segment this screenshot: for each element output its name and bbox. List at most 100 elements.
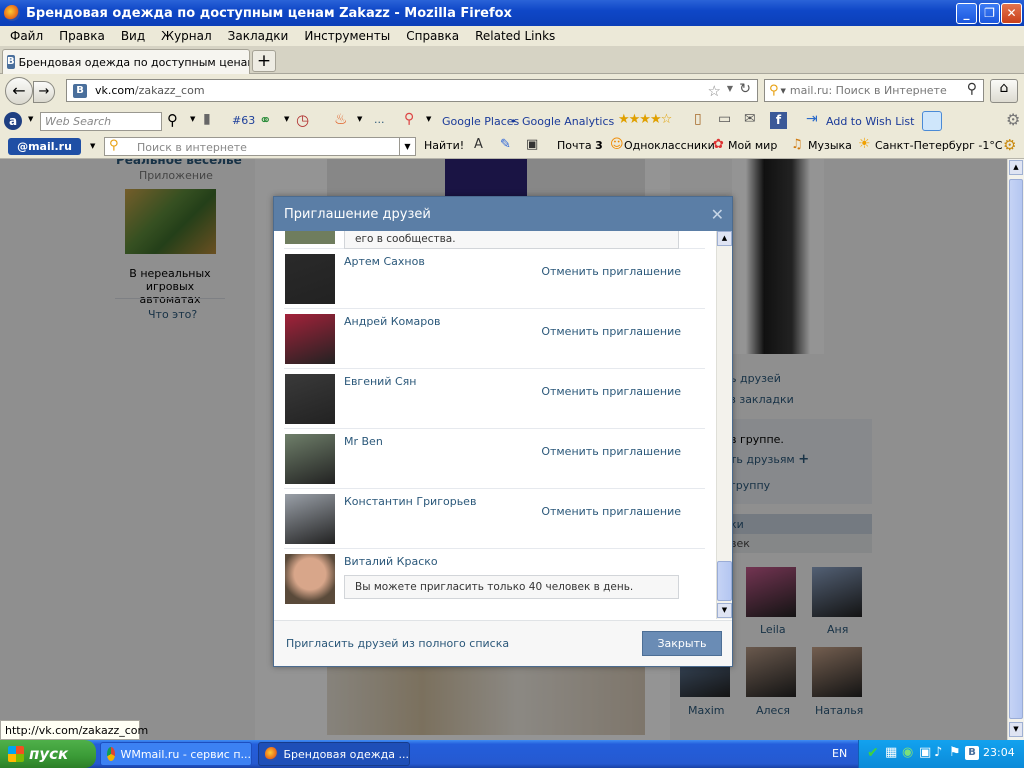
- gear-icon[interactable]: ⚙: [1006, 110, 1020, 129]
- dialog-scroll-up-icon[interactable]: ▲: [717, 231, 732, 246]
- friend-avatar[interactable]: [285, 374, 335, 424]
- scroll-up-icon[interactable]: ▲: [1009, 160, 1023, 175]
- menu-related-links[interactable]: Related Links: [467, 29, 563, 43]
- link-dropdown-icon[interactable]: ▼: [284, 115, 289, 123]
- vk-tray-icon[interactable]: В: [965, 746, 979, 760]
- site-identity-icon[interactable]: В: [73, 83, 87, 98]
- wish-list-icon[interactable]: ⇥: [806, 111, 818, 127]
- language-indicator[interactable]: EN: [832, 747, 847, 760]
- font-size-icon[interactable]: A: [474, 137, 483, 152]
- friend-name[interactable]: Mr Ben: [344, 435, 383, 448]
- cancel-invite-button[interactable]: Отменить приглашение: [541, 325, 681, 338]
- close-dialog-button[interactable]: Закрыть: [642, 631, 722, 656]
- google-places-link[interactable]: Google Places: [442, 115, 519, 128]
- sun-weather-icon[interactable]: ☀: [858, 136, 871, 152]
- menu-view[interactable]: Вид: [113, 29, 153, 43]
- mailru-dropdown-icon[interactable]: ▼: [90, 142, 95, 150]
- magnifier-icon[interactable]: ⚲: [167, 111, 178, 129]
- agent-status-icon[interactable]: ◉: [902, 745, 913, 760]
- ask-logo-icon[interactable]: a: [4, 112, 22, 130]
- odnoklassniki-icon[interactable]: ☺: [610, 137, 624, 152]
- friend-name[interactable]: Андрей Комаров: [344, 315, 441, 328]
- screenshot-icon[interactable]: ▣: [526, 137, 538, 152]
- back-arrow-icon[interactable]: ←: [5, 77, 33, 105]
- more-ellipsis[interactable]: ...: [374, 113, 385, 126]
- music-note-icon[interactable]: ♫: [791, 137, 803, 152]
- mailru-magnifier-icon[interactable]: ⚲: [109, 138, 119, 153]
- menu-tools[interactable]: Инструменты: [296, 29, 398, 43]
- forward-arrow-icon[interactable]: →: [33, 81, 55, 103]
- friend-avatar[interactable]: [285, 314, 335, 364]
- music-link[interactable]: Музыка: [808, 139, 852, 152]
- contact-card-icon[interactable]: ▭: [718, 111, 731, 127]
- friend-name[interactable]: Константин Григорьев: [344, 495, 476, 508]
- menu-history[interactable]: Журнал: [153, 29, 220, 43]
- ask-dropdown-icon[interactable]: ▼: [28, 115, 33, 123]
- friend-avatar[interactable]: [285, 494, 335, 544]
- add-to-wish-list-link[interactable]: Add to Wish List: [826, 115, 914, 128]
- start-button[interactable]: пуск: [0, 740, 96, 768]
- settings-gear-icon[interactable]: ⚙: [1003, 136, 1016, 154]
- flag-icon[interactable]: ⚑: [949, 745, 961, 760]
- friend-avatar[interactable]: [285, 231, 335, 244]
- browser-tool-icon[interactable]: [922, 111, 942, 131]
- speaker-volume-icon[interactable]: ♪: [934, 745, 942, 760]
- friend-avatar[interactable]: [285, 434, 335, 484]
- friend-name[interactable]: Евгений Сян: [344, 375, 416, 388]
- odnoklassniki-link[interactable]: Одноклассники: [624, 139, 715, 152]
- reload-icon[interactable]: ↻: [739, 81, 751, 97]
- friend-name[interactable]: Виталий Краско: [344, 555, 438, 568]
- tab-active[interactable]: В Брендовая одежда по доступным ценам Z.…: [2, 49, 250, 74]
- menu-edit[interactable]: Правка: [51, 29, 113, 43]
- scroll-down-icon[interactable]: ▼: [1009, 722, 1023, 737]
- home-icon[interactable]: ⌂: [990, 79, 1018, 103]
- invite-from-full-list-link[interactable]: Пригласить друзей из полного списка: [286, 637, 509, 650]
- cancel-invite-button[interactable]: Отменить приглашение: [541, 265, 681, 278]
- weather-link[interactable]: Санкт-Петербург -1°C: [875, 139, 1003, 152]
- friend-avatar[interactable]: [285, 254, 335, 304]
- taskbar-item-firefox[interactable]: Брендовая одежда ...: [258, 742, 410, 766]
- facebook-icon[interactable]: f: [770, 112, 787, 129]
- cancel-invite-button[interactable]: Отменить приглашение: [541, 385, 681, 398]
- url-bar[interactable]: В vk.com/zakazz_com ☆ ▼ ↻: [66, 79, 758, 102]
- google-search-icon[interactable]: ⚲: [404, 111, 414, 127]
- search-bar[interactable]: ⚲ ▼ mail.ru: Поиск в Интернете ⚲: [764, 79, 984, 102]
- friend-name[interactable]: Артем Сахнов: [344, 255, 425, 268]
- fire-dropdown-icon[interactable]: ▼: [357, 115, 362, 123]
- mail-envelope-icon[interactable]: ✉: [744, 111, 756, 127]
- dialog-scroll-down-icon[interactable]: ▼: [717, 603, 732, 618]
- mailru-search-icon[interactable]: ⚲: [769, 83, 779, 98]
- menu-help[interactable]: Справка: [398, 29, 467, 43]
- moy-mir-icon[interactable]: ✿: [713, 137, 724, 152]
- dialog-scrollbar[interactable]: ▲ ▼: [716, 231, 732, 619]
- rating-stars-icon[interactable]: ★★★★☆: [618, 112, 672, 127]
- display-icon[interactable]: ▣: [919, 745, 931, 760]
- menu-bookmarks[interactable]: Закладки: [220, 29, 297, 43]
- counter-label[interactable]: #63: [232, 114, 255, 127]
- security-check-icon[interactable]: ✔: [867, 745, 879, 761]
- minimize-button[interactable]: _: [956, 3, 977, 24]
- close-icon[interactable]: ✕: [711, 205, 724, 224]
- fire-icon[interactable]: ♨: [334, 110, 347, 128]
- link-icon[interactable]: ⚭: [259, 111, 272, 129]
- highlighter-icon[interactable]: ✎: [500, 137, 511, 152]
- cancel-invite-button[interactable]: Отменить приглашение: [541, 505, 681, 518]
- menu-file[interactable]: Файл: [2, 29, 51, 43]
- new-tab-button[interactable]: +: [252, 50, 276, 72]
- mailru-search-dropdown-icon[interactable]: ▼: [399, 138, 415, 155]
- cancel-invite-button[interactable]: Отменить приглашение: [541, 445, 681, 458]
- search-go-icon[interactable]: ⚲: [967, 81, 977, 97]
- dialog-scroll-thumb[interactable]: [717, 561, 732, 601]
- google-dropdown-icon[interactable]: ▼: [426, 115, 431, 123]
- taskbar-item-wmmail[interactable]: WMmail.ru - сервис п...: [100, 742, 252, 766]
- bookmark-star-icon[interactable]: ☆: [708, 82, 721, 100]
- page-scrollbar[interactable]: ▲ ▼: [1007, 159, 1024, 740]
- bar-chart-icon[interactable]: ▮: [203, 111, 211, 127]
- maximize-button[interactable]: ❐: [979, 3, 1000, 24]
- notepad-icon[interactable]: ▯: [694, 111, 702, 127]
- mail-label[interactable]: Почта 3: [557, 139, 603, 152]
- moy-mir-link[interactable]: Мой мир: [728, 139, 777, 152]
- mailru-logo[interactable]: @mail.ru: [8, 138, 81, 155]
- url-dropdown-icon[interactable]: ▼: [727, 84, 733, 93]
- scroll-thumb[interactable]: [1009, 179, 1023, 719]
